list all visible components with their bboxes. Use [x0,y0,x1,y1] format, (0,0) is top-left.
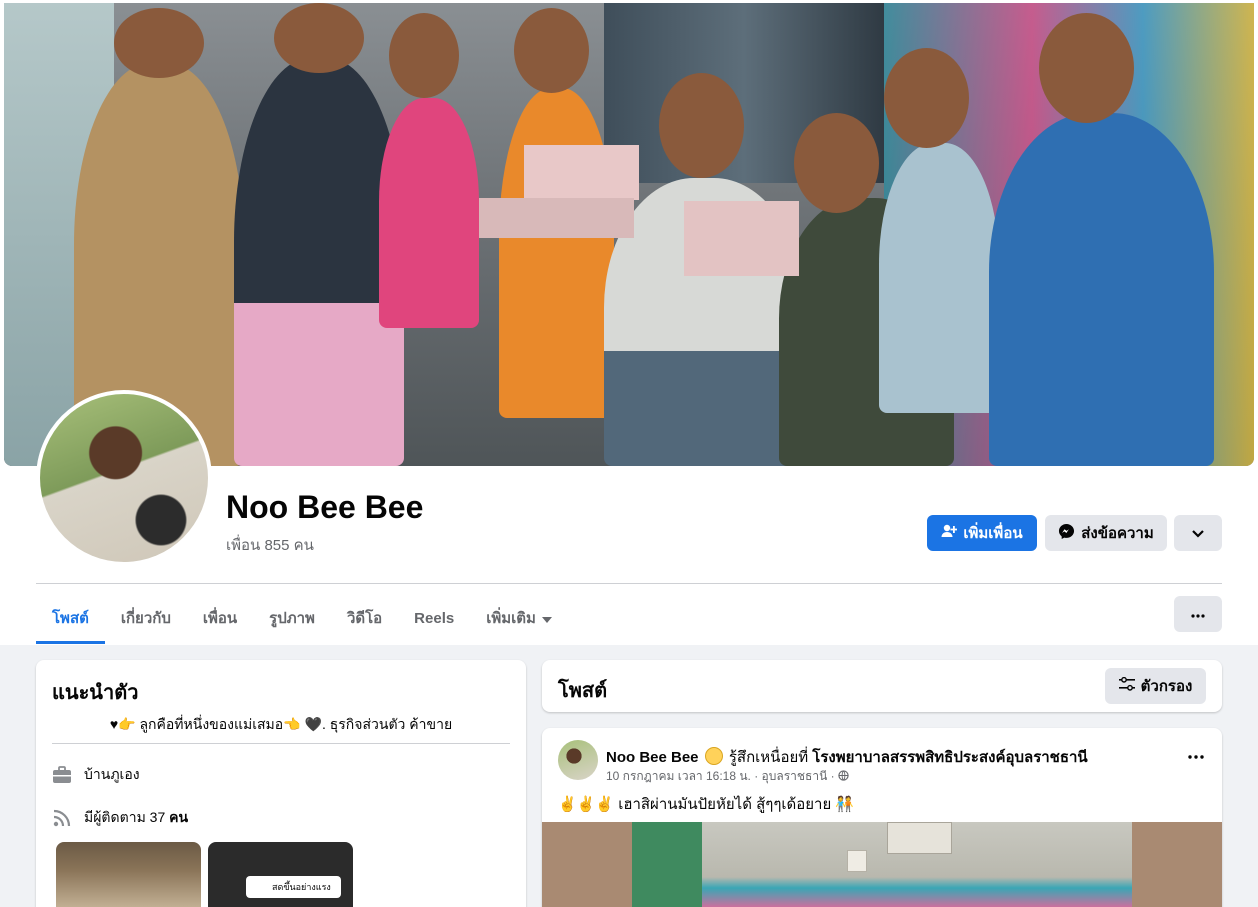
featured-photo[interactable] [56,842,201,907]
tab-label: โพสต์ [52,610,89,627]
post-author[interactable]: Noo Bee Bee [606,749,699,766]
featured-live[interactable]: สดขึ้นอย่างแรง [208,842,353,907]
followers-count[interactable]: มีผู้ติดตาม 37 คน [84,807,188,829]
tab-label: เพิ่มเติม [486,610,536,627]
caret-down-icon [541,610,552,627]
message-label: ส่งข้อความ [1081,525,1154,542]
post-timestamp[interactable]: 10 กรกฎาคม เวลา 16:18 น. · อุบลราชธานี · [606,769,835,783]
posts-title: โพสต์ [558,680,608,702]
friends-count[interactable]: เพื่อน 855 คน [226,533,314,557]
tab-label: วิดีโอ [346,610,383,627]
profile-name: Noo Bee Bee [226,489,424,525]
add-friend-icon [941,523,958,543]
header-divider [36,583,1222,584]
post-place[interactable]: โรงพยาบาลสรรพสิทธิประสงค์อุบลราชธานี [812,749,1087,766]
post-meta: 10 กรกฎาคม เวลา 16:18 น. · อุบลราชธานี · [606,767,849,786]
add-friend-button[interactable]: เพิ่มเพื่อน [927,515,1037,551]
add-friend-label: เพิ่มเพื่อน [963,525,1023,542]
tabs-more-button[interactable] [1174,596,1222,632]
tab-reels[interactable]: Reels [398,592,470,644]
profile-header: Noo Bee Bee เพื่อน 855 คน เพิ่มเพื่อน ส่… [0,0,1258,645]
tab-more[interactable]: เพิ่มเติม [470,592,568,644]
intro-work-label[interactable]: บ้านภูเอง [84,764,140,786]
intro-card: แนะนำตัว ♥👉 ลูกคือที่หนึ่งของแม่เสมอ👈 🖤.… [36,660,526,907]
post-text: ✌️✌️✌️ เฮาสิผ่านมันปัยหัยได้ สู้ๆๆเด้อยา… [558,796,855,813]
followers-prefix: มีผู้ติดตาม 37 [84,809,170,825]
more-icon [1191,605,1205,623]
followers-suffix: คน [169,809,189,825]
tired-face-icon [704,747,723,765]
tab-about[interactable]: เกี่ยวกับ [105,592,187,644]
briefcase-icon [52,765,72,785]
more-icon [1188,746,1204,763]
message-button[interactable]: ส่งข้อความ [1045,515,1167,551]
profile-tabs: โพสต์ เกี่ยวกับ เพื่อน รูปภาพ วิดีโอ Ree… [36,592,568,644]
post-card: Noo Bee Bee รู้สึกเหนื่อยที่ โรงพยาบาลสร… [542,728,1222,907]
post-options-button[interactable] [1188,746,1204,763]
avatar-image [40,394,208,562]
post-header-line: Noo Bee Bee รู้สึกเหนื่อยที่ โรงพยาบาลสร… [606,745,1088,769]
tab-label: รูปภาพ [269,610,315,627]
globe-icon [838,769,849,783]
intro-bio: ♥👉 ลูกคือที่หนึ่งของแม่เสมอ👈 🖤. ธุรกิจส่… [109,716,453,732]
tab-videos[interactable]: วิดีโอ [331,592,398,644]
cover-photo[interactable] [4,3,1254,466]
filter-icon [1118,676,1135,695]
filter-label: ตัวกรอง [1140,678,1193,695]
chevron-down-icon [1192,525,1204,542]
messenger-icon [1058,523,1075,544]
intro-followers: มีผู้ติดตาม 37 คน [52,807,188,829]
filter-button[interactable]: ตัวกรอง [1105,668,1206,704]
intro-work: บ้านภูเอง [52,764,140,786]
tab-friends[interactable]: เพื่อน [187,592,253,644]
posts-header: โพสต์ ตัวกรอง [542,660,1222,712]
profile-options-button[interactable] [1174,515,1222,551]
rss-icon [52,808,72,828]
live-caption: สดขึ้นอย่างแรง [246,876,341,898]
intro-title: แนะนำตัว [52,682,139,704]
profile-avatar[interactable] [36,390,212,566]
post-author-avatar[interactable] [558,740,598,780]
tab-label: เพื่อน [202,610,238,627]
post-photo[interactable] [542,822,1222,907]
intro-divider [52,743,510,744]
tab-label: Reels [414,609,455,627]
post-feeling: รู้สึกเหนื่อยที่ [728,749,809,766]
tab-photos[interactable]: รูปภาพ [253,592,331,644]
tab-label: เกี่ยวกับ [120,610,171,627]
tab-posts[interactable]: โพสต์ [36,592,105,644]
